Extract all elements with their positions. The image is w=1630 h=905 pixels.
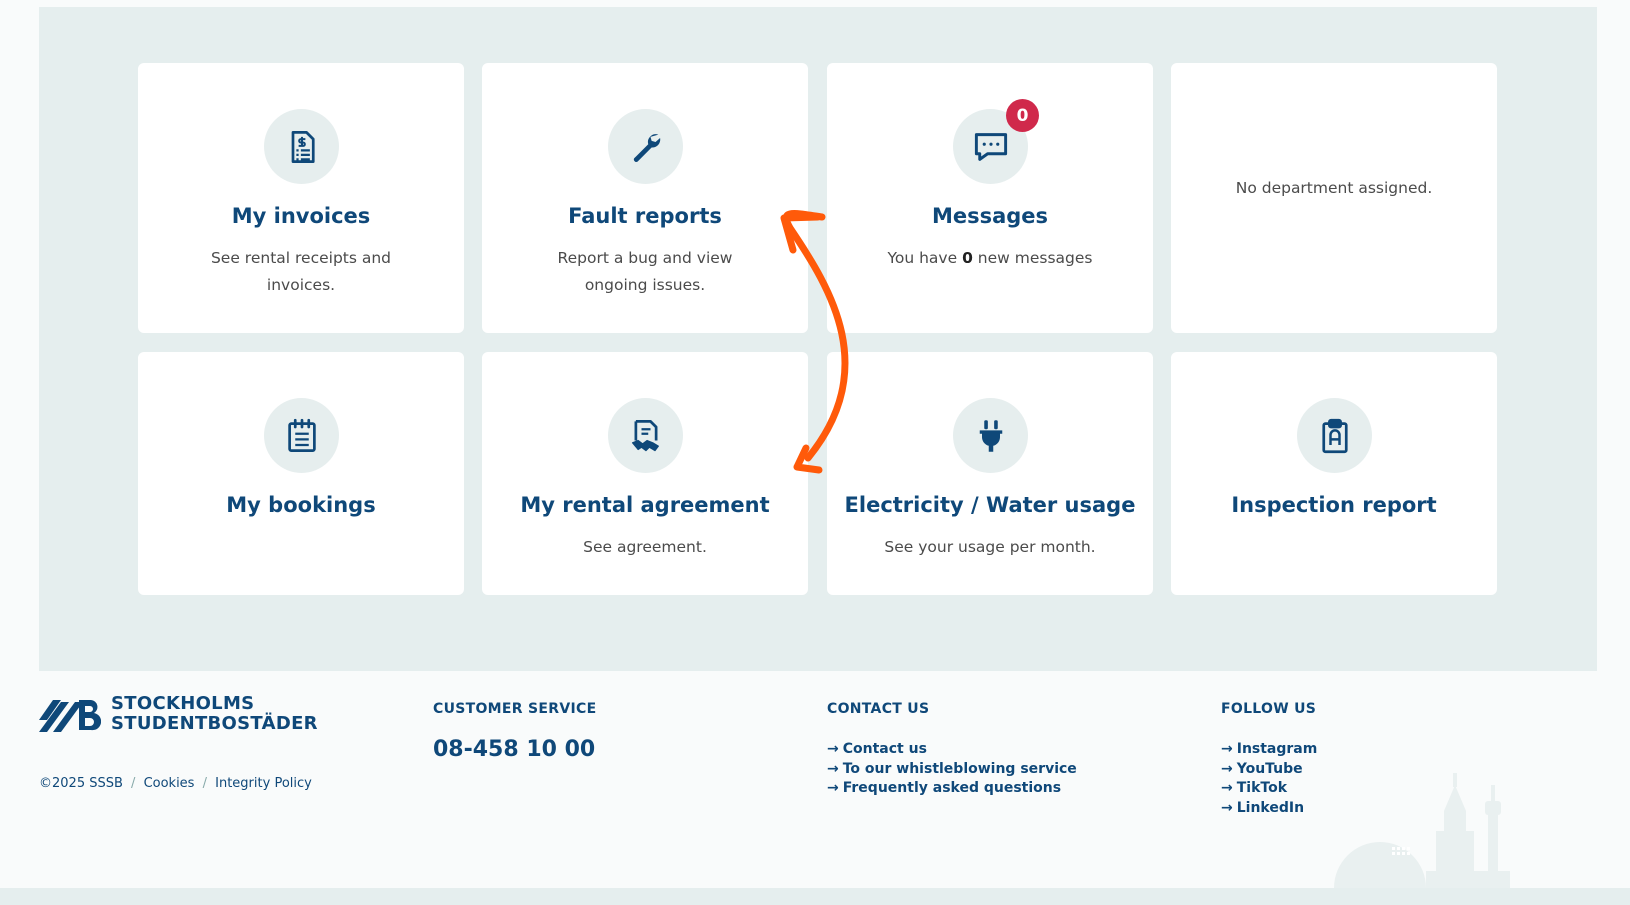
copyright-line: ©2025 SSSB / Cookies / Integrity Policy	[39, 776, 312, 791]
tiktok-link[interactable]: TikTok	[1237, 780, 1287, 796]
arrow-right-icon: →	[1221, 760, 1233, 777]
card-title: Electricity / Water usage	[844, 493, 1136, 517]
calendar-icon	[264, 398, 339, 473]
social-links: → Instagram → YouTube → TikTok → LinkedIn	[1221, 740, 1317, 818]
no-department-text: No department assigned.	[1235, 179, 1433, 197]
follow-heading: FOLLOW US	[1221, 701, 1317, 717]
footer-link[interactable]: → Frequently asked questions	[827, 779, 1077, 799]
card-title: Inspection report	[1231, 493, 1437, 517]
plug-icon	[953, 398, 1028, 473]
customer-service-column: CUSTOMER SERVICE 08-458 10 00	[433, 701, 596, 762]
faq-link[interactable]: Frequently asked questions	[843, 780, 1061, 796]
follow-column: FOLLOW US → Instagram → YouTube → TikTok → L…	[1221, 701, 1317, 818]
card-inspection-report[interactable]: Inspection report	[1171, 352, 1497, 595]
card-my-bookings[interactable]: My bookings	[138, 352, 464, 595]
card-messages[interactable]: Messages You have 0 new messages	[827, 63, 1153, 333]
contact-column: CONTACT US → Contact us → To our whistlebl…	[827, 701, 1077, 799]
contact-us-link[interactable]: Contact us	[843, 741, 927, 757]
invoice-icon	[264, 109, 339, 184]
footer-link[interactable]: → Contact us	[827, 740, 1077, 760]
wrench-icon	[608, 109, 683, 184]
footer-link[interactable]: → TikTok	[1221, 779, 1317, 799]
card-title: Messages	[931, 204, 1049, 228]
sssb-logo-mark-icon	[39, 700, 101, 732]
separator: /	[202, 776, 207, 791]
arrow-right-icon: →	[1221, 780, 1233, 796]
integrity-policy-link[interactable]: Integrity Policy	[215, 776, 312, 791]
card-electricity-water-usage[interactable]: Electricity / Water usage See your usage…	[827, 352, 1153, 595]
instagram-link[interactable]: Instagram	[1237, 741, 1318, 757]
card-department: No department assigned.	[1171, 63, 1497, 333]
card-fault-reports[interactable]: Fault reports Report a bug and view ongo…	[482, 63, 808, 333]
arrow-right-icon: →	[827, 780, 839, 796]
contract-icon	[608, 398, 683, 473]
footer-link[interactable]: → LinkedIn	[1221, 799, 1317, 819]
card-my-invoices[interactable]: My invoices See rental receipts and invo…	[138, 63, 464, 333]
logo-line-2: STUDENTBOSTÄDER	[111, 713, 318, 734]
logo-wordmark: STOCKHOLMS STUDENTBOSTÄDER	[111, 694, 318, 734]
clipboard-icon	[1297, 398, 1372, 473]
arrow-right-icon: →	[1221, 799, 1233, 816]
card-title: My rental agreement	[520, 493, 770, 517]
card-description: See agreement.	[583, 538, 707, 556]
footer-link[interactable]: → YouTube	[1221, 760, 1317, 780]
separator: /	[131, 776, 136, 791]
sssb-logo[interactable]: STOCKHOLMS STUDENTBOSTÄDER	[39, 694, 318, 734]
logo-line-1: STOCKHOLMS	[111, 693, 255, 714]
arrow-right-icon: →	[827, 741, 839, 757]
contact-links: → Contact us → To our whistleblowing servi…	[827, 740, 1077, 799]
youtube-link[interactable]: YouTube	[1237, 761, 1303, 777]
copyright-text: ©2025 SSSB	[39, 776, 123, 791]
messages-count: 0	[962, 249, 973, 267]
card-title: My invoices	[231, 204, 371, 228]
footer-link[interactable]: → Instagram	[1221, 740, 1317, 760]
phone-number[interactable]: 08-458 10 00	[433, 737, 596, 762]
card-description: See rental receipts and invoices.	[210, 249, 392, 294]
messages-desc-suffix: new messages	[972, 249, 1093, 267]
card-description: Report a bug and view ongoing issues.	[557, 249, 733, 294]
card-description: See your usage per month.	[884, 538, 1096, 556]
contact-heading: CONTACT US	[827, 701, 930, 717]
linkedin-link[interactable]: LinkedIn	[1237, 800, 1304, 816]
arrow-right-icon: →	[827, 760, 839, 777]
card-my-rental-agreement[interactable]: My rental agreement See agreement.	[482, 352, 808, 595]
arrow-right-icon: →	[1221, 741, 1233, 757]
unread-messages-badge: 0	[1006, 99, 1039, 132]
site-footer: STOCKHOLMS STUDENTBOSTÄDER ©2025 SSSB / …	[0, 671, 1630, 905]
messages-desc-prefix: You have	[887, 249, 963, 267]
customer-service-heading: CUSTOMER SERVICE	[433, 701, 597, 717]
bottom-bar	[0, 888, 1630, 905]
footer-link[interactable]: → To our whistleblowing service	[827, 760, 1077, 780]
card-title: Fault reports	[568, 204, 722, 228]
card-description: You have 0 new messages	[867, 245, 1113, 272]
card-title: My bookings	[226, 493, 376, 517]
cookies-link[interactable]: Cookies	[144, 776, 195, 791]
whistleblowing-link[interactable]: To our whistleblowing service	[843, 761, 1077, 777]
city-skyline-illustration	[1334, 773, 1510, 891]
